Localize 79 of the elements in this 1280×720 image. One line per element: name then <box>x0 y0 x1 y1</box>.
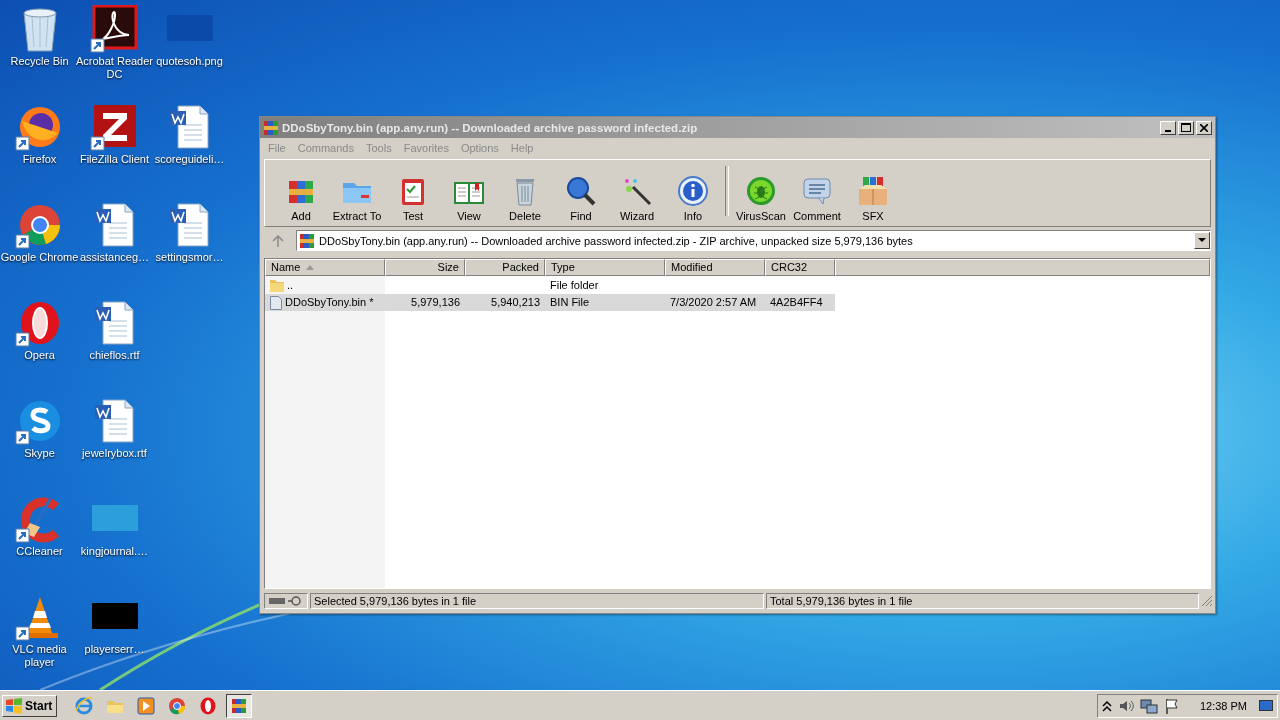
desktop-icon[interactable]: settingsmor… <box>152 196 227 264</box>
minimize-button[interactable] <box>1160 120 1176 135</box>
desktop-icon[interactable]: quotesoh.png <box>152 0 227 68</box>
browser-icon <box>74 695 95 716</box>
folder-icon <box>270 279 284 292</box>
desktop-icon[interactable]: CCleaner <box>2 490 77 558</box>
pdf-app-icon <box>90 5 139 53</box>
desktop-icon[interactable]: scoreguideli… <box>152 98 227 166</box>
archive-app-icon <box>263 119 279 136</box>
desktop-icon[interactable]: FileZilla Client <box>77 98 152 166</box>
desktop-icon[interactable]: Acrobat Reader DC <box>77 0 152 81</box>
maximize-button[interactable] <box>1178 120 1194 135</box>
column-header[interactable]: Modified <box>665 259 765 276</box>
show-desktop-icon[interactable] <box>1259 698 1273 713</box>
table-cell-text: File folder <box>550 278 599 293</box>
toolbar-button[interactable]: Comment <box>789 175 845 222</box>
column-header[interactable]: Size <box>385 259 465 276</box>
desktop-icon[interactable]: Skype <box>2 392 77 460</box>
table-cell-text: 5,940,213 <box>491 295 540 310</box>
toolbar-button[interactable]: Extract To <box>329 175 385 222</box>
desktop-icon[interactable]: jewelrybox.rtf <box>77 392 152 460</box>
toolbar-button[interactable]: Test <box>385 175 441 222</box>
windows-flag-icon <box>5 697 23 714</box>
toolbar-button[interactable]: Add <box>273 175 329 222</box>
toolbar-button[interactable]: Find <box>553 175 609 222</box>
chevron-up-icon[interactable] <box>1101 699 1112 712</box>
toolbar-button[interactable]: VirusScan <box>733 175 789 222</box>
bug-scan-icon <box>745 175 777 207</box>
close-icon <box>1200 123 1208 132</box>
table-cell-text: .. <box>287 278 294 293</box>
dropdown-arrow-button[interactable] <box>1194 232 1210 249</box>
flag-icon[interactable] <box>1163 697 1180 714</box>
drive-key-icon <box>268 596 304 606</box>
network-icon[interactable] <box>1139 697 1158 714</box>
minimize-icon <box>1165 129 1171 132</box>
desktop-icon[interactable]: kingjournal.… <box>77 490 152 558</box>
box-icon <box>857 175 889 207</box>
desktop-icon[interactable]: Recycle Bin <box>2 0 77 68</box>
desktop-icon[interactable]: chieflos.rtf <box>77 294 152 362</box>
maximize-icon <box>1181 123 1191 132</box>
toolbar-button[interactable]: Wizard <box>609 175 665 222</box>
table-cell-text: 4A2B4FF4 <box>770 295 823 310</box>
toolbar-button[interactable]: View <box>441 175 497 222</box>
desktop-icon[interactable]: playerserr… <box>77 588 152 656</box>
resize-grip-icon[interactable] <box>1201 595 1213 607</box>
column-header[interactable]: Packed <box>465 259 545 276</box>
close-button[interactable] <box>1196 120 1212 135</box>
archive-icon <box>299 232 315 249</box>
caret-icon <box>1198 238 1206 243</box>
toolbar-button[interactable]: Info <box>665 175 721 222</box>
desktop-icon[interactable]: Google Chrome <box>2 196 77 264</box>
desktop-icon[interactable]: Opera <box>2 294 77 362</box>
desktop-icon[interactable]: Firefox <box>2 98 77 166</box>
table-cell-text: 5,979,136 <box>411 295 460 310</box>
path-dropdown[interactable]: DDoSbyTony.bin (app.any.run) -- Downloaded archive password infected.zip - ZIP archive, unpacked size 5,979,136 bytes <box>296 230 1211 251</box>
table-cell-text: DDoSbyTony.bin * <box>285 295 374 310</box>
info-icon <box>677 175 709 207</box>
desktop-icon[interactable]: VLC media player <box>2 588 77 669</box>
toolbar-button[interactable]: SFX <box>845 175 901 222</box>
file-row[interactable]: .. File folder <box>265 277 835 294</box>
window-title: DDoSbyTony.bin (app.any.run) -- Downloaded archive password infected.zip <box>282 121 699 134</box>
search-icon <box>565 175 597 207</box>
status-text: Selected 5,979,136 bytes in 1 file <box>310 593 764 609</box>
browser-icon <box>167 695 188 716</box>
toolbar-button[interactable]: Delete <box>497 175 553 222</box>
table-cell-text: BIN File <box>550 295 590 310</box>
desktop-icon[interactable]: assistanceg… <box>77 196 152 264</box>
taskbar-button[interactable] <box>226 693 253 718</box>
column-header[interactable]: Name <box>265 259 385 276</box>
column-header[interactable]: Type <box>545 259 665 276</box>
column-header[interactable]: CRC32 <box>765 259 835 276</box>
file-row[interactable]: DDoSbyTony.bin * 5,979,136 5,940,213 BIN File 7/3/2020 2:57 AM 4A2B4FF4 <box>265 294 835 311</box>
speech-bubble-icon <box>801 175 833 207</box>
status-text: Total 5,979,136 bytes in 1 file <box>766 593 1199 609</box>
file-icon <box>270 295 282 310</box>
table-cell-text: 7/3/2020 2:57 AM <box>670 295 757 310</box>
clock[interactable]: 12:38 PM <box>1199 699 1247 712</box>
start-button[interactable]: Start <box>2 694 58 717</box>
media-player-icon <box>136 695 157 716</box>
